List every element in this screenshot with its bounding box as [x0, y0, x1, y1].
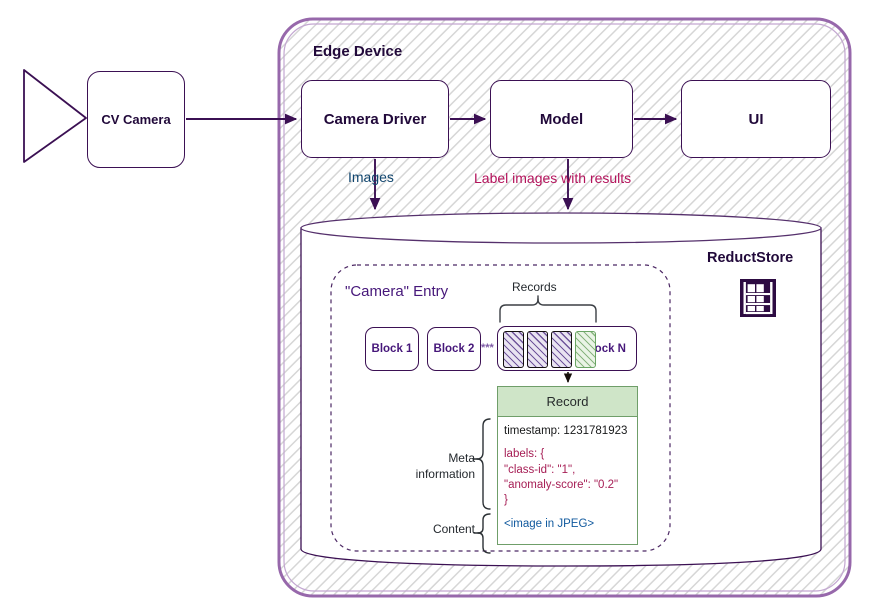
record-timestamp-line: timestamp: 1231781923	[504, 425, 628, 437]
record-meta-line-1: labels: {	[504, 448, 545, 461]
cv-camera-label: CV Camera	[101, 112, 171, 127]
record-card-body: timestamp: 1231781923 labels: { "class-i…	[498, 417, 637, 533]
block-node-2[interactable]: Block 2	[427, 327, 481, 371]
meta-information-label: Meta information	[415, 451, 475, 481]
model-label: Model	[539, 110, 584, 128]
ui-node[interactable]: UI	[681, 80, 831, 158]
diagram-canvas: CV Camera Edge Device Camera Driver Mode…	[0, 0, 875, 610]
cv-camera-node[interactable]: CV Camera	[87, 71, 185, 168]
content-label: Content	[432, 522, 475, 536]
reductstore-title: ReductStore	[707, 250, 794, 266]
record-detail-card: Record timestamp: 1231781923 labels: { "…	[497, 386, 638, 545]
block-node-1[interactable]: Block 1	[365, 327, 419, 371]
record-meta-line-2: "class-id": "1",	[504, 463, 576, 476]
camera-driver-label: Camera Driver	[323, 110, 427, 128]
record-card-header: Record	[498, 387, 637, 417]
model-node[interactable]: Model	[490, 80, 633, 158]
record-meta-line-3: "anomaly-score": "0.2"	[504, 478, 619, 491]
record-chip[interactable]	[527, 331, 548, 368]
record-meta-line-4: }	[504, 494, 508, 507]
camera-entry-title: "Camera" Entry	[345, 283, 449, 300]
record-chip[interactable]	[551, 331, 572, 368]
ui-label: UI	[748, 110, 764, 128]
camera-driver-node[interactable]: Camera Driver	[301, 80, 449, 158]
block-2-label: Block 2	[433, 343, 475, 355]
record-chip-selected[interactable]	[575, 331, 596, 368]
record-chip[interactable]	[503, 331, 524, 368]
label-images-edge-label: Label images with results	[474, 170, 632, 186]
storage-shelf-icon	[740, 279, 776, 317]
block-1-label: Block 1	[371, 343, 413, 355]
images-edge-label: Images	[348, 169, 394, 185]
records-bracket-label: Records	[512, 280, 557, 294]
camera-lens-triangle-icon	[23, 69, 87, 163]
blocks-ellipsis: ***	[481, 342, 494, 354]
edge-device-title: Edge Device	[313, 43, 403, 60]
record-content-line: <image in JPEG>	[504, 518, 595, 531]
